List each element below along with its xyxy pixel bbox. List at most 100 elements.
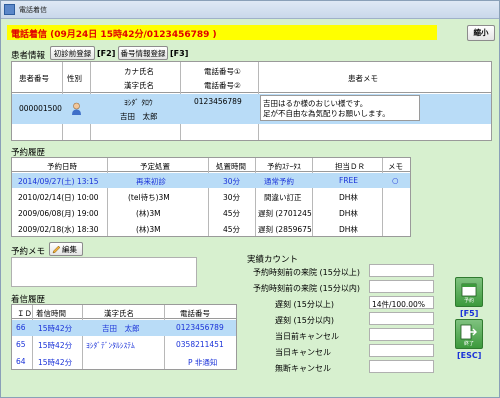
patient-memo-line2: 足が不自由な為気配りお願いします。 bbox=[263, 109, 390, 118]
reservation-doctor: DH林 bbox=[339, 225, 358, 234]
patient-kanji-name: 吉田 太郎 bbox=[120, 112, 158, 121]
count-label: 遅刻 (15分以上) bbox=[275, 300, 334, 309]
first-visit-register-button[interactable]: 初診前登録 bbox=[50, 46, 95, 60]
header-patient-id: 患者番号 bbox=[19, 74, 49, 83]
reservation-row[interactable]: 2009/06/08(月) 19:00 (林)3M 45分 遅刻 (270124… bbox=[12, 205, 410, 220]
close-button[interactable]: 終了 bbox=[455, 319, 483, 349]
patient-id: 000001500 bbox=[19, 104, 62, 113]
reservation-treatment: (林)3M bbox=[136, 225, 161, 234]
reservation-row[interactable]: 2014/09/27(土) 13:15 再来初診 30分 通常予約 FREE ○ bbox=[12, 173, 410, 188]
window-title: 電話着信 bbox=[19, 6, 47, 14]
close-fkey: [ESC] bbox=[457, 351, 482, 360]
count-value bbox=[369, 344, 434, 357]
header-kana-name: カナ氏名 bbox=[124, 67, 154, 76]
header-call-id: ＩＤ bbox=[17, 309, 32, 318]
header-reservation-date: 予約日時 bbox=[47, 162, 77, 171]
call-name: ﾖｼﾀﾞﾃﾞﾝﾀﾙｼｽﾃﾑ bbox=[86, 341, 135, 350]
call-time: 15時42分 bbox=[38, 324, 73, 333]
call-history-row[interactable]: 65 15時42分 ﾖｼﾀﾞﾃﾞﾝﾀﾙｼｽﾃﾑ 0358211451 bbox=[12, 337, 236, 353]
header-call-name: 漢字氏名 bbox=[104, 309, 134, 318]
reservation-date: 2009/02/18(水) 18:30 bbox=[18, 225, 99, 234]
call-time: 15時42分 bbox=[38, 358, 73, 367]
patient-kana-name: ﾖｼﾀﾞ ﾀﾛｳ bbox=[124, 98, 153, 107]
header-tel1: 電話番号① bbox=[204, 67, 241, 76]
reservation-date: 2010/02/14(日) 10:00 bbox=[18, 193, 99, 202]
reservation-date: 2014/09/27(土) 13:15 bbox=[18, 177, 99, 186]
reservation-treatment: 再来初診 bbox=[136, 177, 166, 186]
patient-table-header: 患者番号 性別 カナ氏名 漢字氏名 電話番号① 電話番号② 患者メモ bbox=[12, 62, 491, 93]
reservation-row[interactable]: 2010/02/14(日) 10:00 (tel待ち)3M 30分 間違い訂正 … bbox=[12, 189, 410, 204]
header-memo: メモ bbox=[388, 162, 403, 171]
app-icon bbox=[4, 4, 15, 15]
reservation-time: 30分 bbox=[223, 177, 241, 186]
call-tel: 0123456789 bbox=[176, 323, 224, 332]
header-treatment: 予定処置 bbox=[140, 162, 170, 171]
number-info-fkey: [F3] bbox=[170, 49, 189, 58]
reservation-date: 2009/06/08(月) 19:00 bbox=[18, 209, 99, 218]
patient-memo-box: 吉田はるか様のおじい様です。 足が不自由な為気配りお願いします。 bbox=[260, 95, 420, 121]
reserve-fkey: [F5] bbox=[460, 309, 479, 318]
header-call-time: 着信時間 bbox=[36, 309, 66, 318]
count-value bbox=[369, 264, 434, 277]
reservation-status: 遅刻 (2859675 bbox=[258, 225, 312, 234]
phone-call-window: 電話着信 電話着信 (09月24日 15時42分/0123456789 ) 縮小… bbox=[0, 0, 500, 398]
reservation-row[interactable]: 2009/02/18(水) 18:30 (林)3M 45分 遅刻 (285967… bbox=[12, 221, 410, 236]
incoming-call-text: 電話着信 (09月24日 15時42分/0123456789 ) bbox=[11, 30, 217, 40]
reservation-table-header: 予約日時 予定処置 処置時間 予約ｽﾃｰﾀｽ 担当ＤＲ メモ bbox=[12, 158, 410, 172]
reservation-status: 間違い訂正 bbox=[264, 193, 302, 202]
count-value: 14件/100.00% bbox=[369, 296, 434, 309]
call-time: 15時42分 bbox=[38, 341, 73, 350]
reservation-time: 45分 bbox=[223, 225, 241, 234]
minimize-button[interactable]: 縮小 bbox=[467, 25, 495, 41]
call-id: 64 bbox=[16, 357, 26, 366]
count-value-text: 14件/100.00% bbox=[372, 300, 425, 309]
incoming-call-banner: 電話着信 (09月24日 15時42分/0123456789 ) bbox=[7, 25, 437, 40]
exit-arrow-icon: 終了 bbox=[460, 324, 477, 347]
call-tel: P 非通知 bbox=[188, 358, 218, 367]
header-sex: 性別 bbox=[67, 74, 82, 83]
reservation-memo: ○ bbox=[392, 176, 399, 185]
call-history-row[interactable]: 66 15時42分 吉田 太郎 0123456789 bbox=[12, 320, 236, 336]
patient-table: 患者番号 性別 カナ氏名 漢字氏名 電話番号① 電話番号② 患者メモ 00000… bbox=[11, 61, 492, 141]
patient-row[interactable]: 000001500 ﾖｼﾀﾞ ﾀﾛｳ 吉田 太郎 0123456789 吉田はる… bbox=[12, 94, 491, 124]
reserve-label: 予約 bbox=[464, 297, 474, 304]
count-label: 当日前キャンセル bbox=[275, 332, 339, 341]
reservation-doctor: FREE bbox=[339, 176, 359, 185]
call-history-row[interactable]: 64 15時42分 P 非通知 bbox=[12, 354, 236, 369]
count-value bbox=[369, 312, 434, 325]
call-name: 吉田 太郎 bbox=[102, 324, 140, 333]
reserve-button[interactable]: 予約 bbox=[455, 277, 483, 307]
close-label: 終了 bbox=[464, 340, 474, 347]
header-treatment-time: 処置時間 bbox=[216, 162, 246, 171]
call-history-header: ＩＤ 着信時間 漢字氏名 電話番号 bbox=[12, 305, 236, 319]
count-label: 無断キャンセル bbox=[275, 364, 331, 373]
title-bar: 電話着信 bbox=[1, 1, 499, 19]
reservation-memo-title: 予約メモ bbox=[11, 247, 46, 257]
reservation-treatment: (tel待ち)3M bbox=[128, 193, 170, 202]
reservation-time: 30分 bbox=[223, 193, 241, 202]
count-value bbox=[369, 360, 434, 373]
call-id: 65 bbox=[16, 340, 26, 349]
patient-section-title: 患者情報 bbox=[11, 51, 46, 61]
first-visit-fkey: [F2] bbox=[97, 49, 116, 58]
reservation-time: 45分 bbox=[223, 209, 241, 218]
header-kanji-name: 漢字氏名 bbox=[124, 81, 154, 90]
reservation-table: 予約日時 予定処置 処置時間 予約ｽﾃｰﾀｽ 担当ＤＲ メモ 2014/09/2… bbox=[11, 157, 411, 237]
call-history-table: ＩＤ 着信時間 漢字氏名 電話番号 66 15時42分 吉田 太郎 012345… bbox=[11, 304, 237, 370]
call-id: 66 bbox=[16, 323, 26, 332]
reservation-doctor: DH林 bbox=[339, 209, 358, 218]
memo-edit-label: 編集 bbox=[62, 245, 77, 254]
header-patient-memo: 患者メモ bbox=[348, 74, 378, 83]
memo-edit-button[interactable]: 編集 bbox=[49, 242, 83, 256]
header-doctor: 担当ＤＲ bbox=[335, 162, 365, 171]
header-tel2: 電話番号② bbox=[204, 81, 241, 90]
count-label: 遅刻 (15分以内) bbox=[275, 316, 334, 325]
calendar-icon: 予約 bbox=[461, 283, 477, 304]
count-section-title: 実績カウント bbox=[247, 255, 299, 265]
header-call-tel: 電話番号 bbox=[180, 309, 210, 318]
count-label: 予約時刻前の来院 (15分以上) bbox=[253, 268, 360, 277]
number-info-register-button[interactable]: 番号情報登録 bbox=[118, 46, 168, 60]
patient-tel1: 0123456789 bbox=[194, 97, 242, 106]
reservation-memo-box[interactable] bbox=[11, 257, 197, 287]
call-tel: 0358211451 bbox=[176, 340, 224, 349]
